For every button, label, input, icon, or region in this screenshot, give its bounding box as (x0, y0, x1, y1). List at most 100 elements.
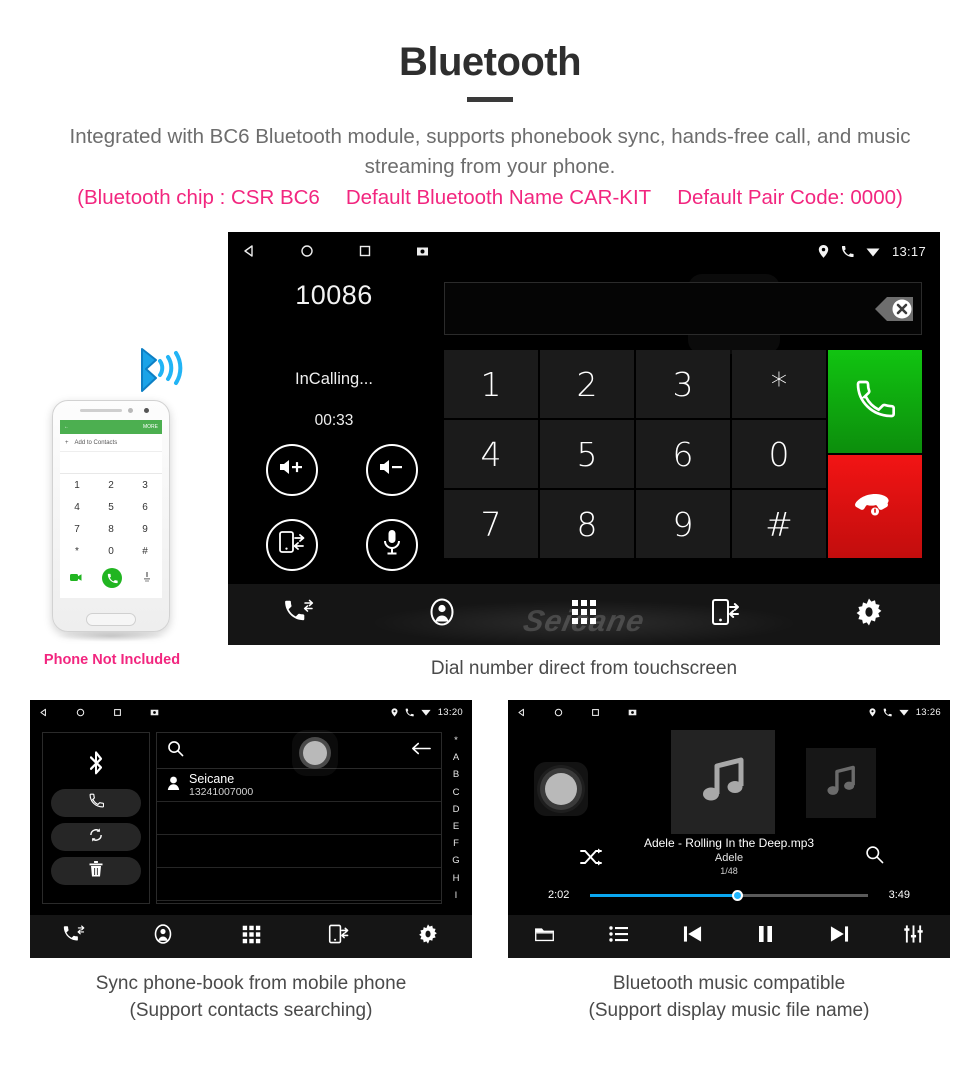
spec-pair-code: Default Pair Code: 0000) (677, 186, 903, 209)
arrow-left-icon[interactable] (411, 742, 431, 760)
alpha-index-b[interactable]: B (453, 769, 459, 780)
music-pause-button[interactable] (729, 925, 803, 948)
hangup-button[interactable] (828, 455, 922, 558)
alpha-index-i[interactable]: I (455, 890, 458, 901)
phone-sync-icon (328, 924, 350, 949)
number-input-field[interactable] (444, 282, 922, 335)
nav-call-log[interactable] (228, 599, 370, 630)
dialpad-key-7[interactable]: 7 (444, 490, 538, 558)
status-time: 13:20 (437, 706, 463, 718)
phone-hangup-icon (854, 489, 896, 524)
dialpad-key-star[interactable]: * (732, 350, 826, 418)
recents-square-icon[interactable] (113, 708, 122, 717)
phone-number-field (60, 452, 162, 474)
alpha-index-f[interactable]: F (453, 838, 459, 849)
album-art-current[interactable] (671, 730, 775, 834)
phone-key-2: 2 (108, 479, 114, 491)
equalizer-icon (903, 925, 923, 948)
dialpad-key-2[interactable]: 2 (540, 350, 634, 418)
volume-down-button[interactable] (366, 443, 418, 496)
nav-phone-sync[interactable] (655, 598, 797, 631)
bluetooth-specs: (Bluetooth chip : CSR BC6 Default Bluetoo… (20, 186, 960, 210)
call-button[interactable] (828, 350, 922, 453)
home-circle-icon[interactable] (76, 708, 85, 717)
transfer-to-phone-button[interactable] (266, 518, 318, 571)
dialpad-key-8[interactable]: 8 (540, 490, 634, 558)
alpha-index-d[interactable]: D (453, 804, 460, 815)
back-triangle-icon[interactable] (39, 708, 48, 717)
recents-square-icon[interactable] (358, 244, 372, 258)
dialpad: 1 2 3 * 4 5 6 0 7 8 9 # (444, 350, 826, 558)
pause-icon (758, 925, 773, 948)
contact-row-empty[interactable] (157, 868, 441, 901)
page-description: Integrated with BC6 Bluetooth module, su… (69, 125, 911, 178)
backspace-clear-icon[interactable] (857, 294, 915, 324)
phone-call-icon (855, 379, 895, 424)
screenshot-icon[interactable] (150, 708, 159, 717)
dialpad-key-hash[interactable]: # (732, 490, 826, 558)
delete-contacts-button[interactable] (51, 857, 141, 885)
alpha-index-g[interactable]: G (452, 855, 459, 866)
dialpad-key-4[interactable]: 4 (444, 420, 538, 488)
music-playlist-button[interactable] (582, 926, 656, 947)
plus-icon: + (65, 439, 69, 446)
dialpad-key-3[interactable]: 3 (636, 350, 730, 418)
nav-settings[interactable] (384, 924, 472, 949)
seek-thumb[interactable] (731, 889, 743, 901)
mute-microphone-button[interactable] (366, 518, 418, 571)
bottom-navigation (30, 914, 472, 958)
phone-key-5: 5 (108, 501, 114, 513)
album-art-carousel (508, 726, 950, 834)
dialpad-key-1[interactable]: 1 (444, 350, 538, 418)
dialpad-icon (571, 599, 597, 630)
dialpad-key-6[interactable]: 6 (636, 420, 730, 488)
alpha-index-c[interactable]: C (453, 787, 460, 798)
alpha-index-h[interactable]: H (453, 873, 460, 884)
back-triangle-icon[interactable] (517, 708, 526, 717)
phone-key-star: * (75, 545, 79, 557)
video-call-icon (70, 569, 82, 587)
status-time: 13:26 (915, 706, 941, 718)
dialpad-key-9[interactable]: 9 (636, 490, 730, 558)
status-bar: 13:26 (508, 700, 950, 724)
screenshot-icon[interactable] (416, 245, 429, 258)
alphabet-index[interactable]: * A B C D E F G H I (445, 732, 467, 904)
contact-row-empty[interactable] (157, 835, 441, 868)
album-art-next[interactable] (806, 748, 876, 818)
music-search-button[interactable] (865, 845, 884, 869)
contact-row-empty[interactable] (157, 802, 441, 835)
shuffle-button[interactable] (580, 848, 602, 871)
touch-ripple-ghost (534, 762, 588, 816)
nav-phone-sync[interactable] (295, 924, 383, 949)
recents-square-icon[interactable] (591, 708, 600, 717)
dialpad-key-0[interactable]: 0 (732, 420, 826, 488)
home-circle-icon[interactable] (300, 244, 314, 258)
call-controls (242, 432, 442, 582)
search-icon (167, 740, 184, 762)
alpha-index-star[interactable]: * (454, 735, 458, 746)
music-next-button[interactable] (803, 925, 877, 948)
avatar (167, 776, 180, 795)
sync-contacts-button[interactable] (51, 823, 141, 851)
nav-keypad[interactable] (513, 599, 655, 630)
back-triangle-icon[interactable] (242, 244, 256, 258)
spec-chip: (Bluetooth chip : CSR BC6 (77, 186, 320, 209)
dialpad-key-5[interactable]: 5 (540, 420, 634, 488)
screenshot-icon[interactable] (628, 708, 637, 717)
nav-settings[interactable] (798, 598, 940, 631)
nav-keypad[interactable] (207, 925, 295, 949)
nav-contacts[interactable] (118, 924, 206, 949)
seek-slider[interactable] (590, 889, 868, 901)
call-contact-button[interactable] (51, 789, 141, 817)
nav-call-log[interactable] (30, 924, 118, 949)
music-equalizer-button[interactable] (876, 925, 950, 948)
music-folder-button[interactable] (508, 926, 582, 948)
volume-up-button[interactable] (266, 443, 318, 496)
nav-contacts[interactable] (370, 598, 512, 631)
music-previous-button[interactable] (655, 925, 729, 948)
alpha-index-e[interactable]: E (453, 821, 459, 832)
music-note-icon (695, 752, 751, 813)
phone-back-arrow: ← (64, 424, 69, 430)
alpha-index-a[interactable]: A (453, 752, 459, 763)
home-circle-icon[interactable] (554, 708, 563, 717)
